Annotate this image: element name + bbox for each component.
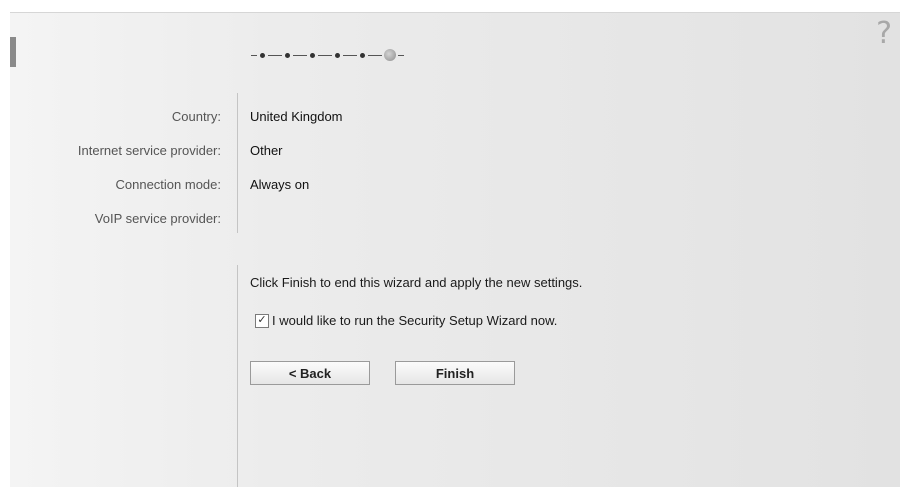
left-edge-marker bbox=[10, 37, 16, 67]
progress-step-dot bbox=[310, 52, 315, 58]
back-button[interactable]: < Back bbox=[250, 361, 370, 385]
progress-step-dot bbox=[285, 52, 290, 58]
security-wizard-option[interactable]: ✓ I would like to run the Security Setup… bbox=[255, 313, 557, 328]
progress-step-dot bbox=[360, 52, 365, 58]
isp-value: Other bbox=[250, 143, 283, 158]
isp-label: Internet service provider: bbox=[77, 143, 221, 158]
finish-button[interactable]: Finish bbox=[395, 361, 515, 385]
finish-instruction-text: Click Finish to end this wizard and appl… bbox=[250, 275, 583, 290]
security-wizard-checkbox-label[interactable]: I would like to run the Security Setup W… bbox=[272, 313, 557, 328]
security-wizard-checkbox[interactable]: ✓ bbox=[255, 313, 269, 328]
country-label: Country: bbox=[171, 109, 221, 124]
progress-step-dot bbox=[335, 52, 340, 58]
progress-step-dot bbox=[260, 52, 265, 58]
connection-mode-label: Connection mode: bbox=[115, 177, 221, 192]
question-mark-icon[interactable]: ? bbox=[876, 19, 892, 49]
progress-current-step bbox=[384, 49, 396, 61]
wizard-panel: ? Country: United Kingdom Internet servi… bbox=[10, 12, 900, 487]
wizard-progress-indicator bbox=[251, 47, 404, 63]
connection-mode-value: Always on bbox=[250, 177, 310, 192]
summary-divider bbox=[237, 93, 238, 233]
voip-provider-label: VoIP service provider: bbox=[94, 211, 221, 226]
actions-divider bbox=[237, 265, 238, 487]
country-value: United Kingdom bbox=[250, 109, 343, 124]
